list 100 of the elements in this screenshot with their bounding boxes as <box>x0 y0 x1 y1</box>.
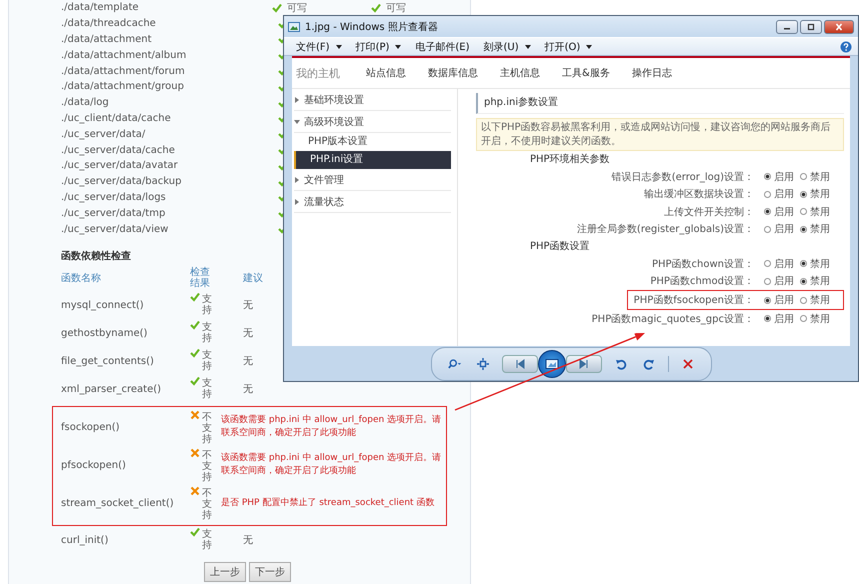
function-name: xml_parser_create() <box>61 384 162 395</box>
radio-option[interactable]: 启用 <box>764 170 794 184</box>
next-icon <box>576 358 590 370</box>
site-brand: 我的主机 <box>296 66 340 80</box>
radio-option[interactable]: 启用 <box>764 222 794 236</box>
radio-option[interactable]: 禁用 <box>800 293 830 307</box>
function-name: pfsockopen() <box>61 460 127 471</box>
check-result: 支持 <box>202 350 212 372</box>
advice-text: 是否 PHP 配置中禁止了 stream_socket_client 函数 <box>220 496 436 510</box>
step-button[interactable]: 下一步 <box>249 562 291 582</box>
notice-banner: 以下PHP函数容易被黑客利用，或造成网站访问慢，建议咨询您的网站服务商后开启，不使用时建议关闭函数。 <box>476 118 844 151</box>
setting-label: PHP函数chown设置： <box>652 258 754 271</box>
rotate-right-icon <box>642 358 656 370</box>
rotate-left-icon <box>614 358 628 370</box>
radio-option[interactable]: 启用 <box>764 187 794 202</box>
check-result: 支持 <box>202 378 212 400</box>
setting-label: PHP函数fsockopen设置： <box>634 294 754 307</box>
directory-path: ./data/attachment/album <box>61 50 188 61</box>
radio-option[interactable]: 启用 <box>764 274 794 288</box>
sidebar-group[interactable]: 流量状态 <box>294 191 451 213</box>
slideshow-icon <box>544 358 558 370</box>
menu-item[interactable]: 文件(F) <box>290 40 348 54</box>
sidebar-group[interactable]: 文件管理 <box>294 169 451 191</box>
advice-text: 无 <box>243 299 253 312</box>
directory-path: ./data/log <box>61 97 110 108</box>
nav-tab[interactable]: 主机信息 <box>500 66 540 80</box>
nav-tab[interactable]: 数据库信息 <box>428 66 478 80</box>
previous-button[interactable] <box>502 354 538 372</box>
maximize-button[interactable] <box>800 20 822 34</box>
radio-option[interactable]: 禁用 <box>800 256 830 271</box>
radio-option[interactable]: 启用 <box>764 204 794 219</box>
column-header: 建议 <box>242 272 264 285</box>
picture-icon <box>288 20 300 32</box>
directory-path: ./data/template <box>61 2 140 14</box>
menu-item[interactable]: 刻录(U) <box>478 40 537 54</box>
nav-tab[interactable]: 站点信息 <box>366 66 406 80</box>
radio-option[interactable]: 启用 <box>764 256 794 271</box>
setting-label: 输出缓冲区数据块设置： <box>644 188 754 202</box>
status-text: 可写 <box>286 2 307 15</box>
directory-path: ./uc_server/data/cache <box>61 144 176 156</box>
advice-text: 无 <box>243 355 253 368</box>
advice-text: 无 <box>243 534 253 548</box>
directory-path: ./data/attachment <box>61 34 153 45</box>
check-result: 不支持 <box>202 412 212 445</box>
setting-label: PHP函数magic_quotes_gpc设置： <box>592 312 754 326</box>
setting-label: 注册全局参数(register_globals)设置： <box>576 222 754 236</box>
nav-tab[interactable]: 操作日志 <box>632 66 672 80</box>
caret-icon <box>294 118 300 124</box>
column-header: 检查结果 <box>190 266 210 289</box>
step-button[interactable]: 上一步 <box>204 562 246 582</box>
advice-text: 该函数需要 php.ini 中 allow_url_fopen 选项开启。请联系空间商，确定开启了此项功能 <box>220 452 442 478</box>
radio-option[interactable]: 禁用 <box>800 204 830 219</box>
help-icon[interactable] <box>840 40 852 52</box>
radio-option[interactable]: 禁用 <box>800 187 830 202</box>
radio-option[interactable]: 启用 <box>764 293 794 307</box>
radio-option[interactable]: 禁用 <box>800 222 830 236</box>
check-result: 支持 <box>202 294 212 316</box>
directory-path: ./uc_server/data/view <box>61 224 170 235</box>
setting-label: 上传文件开关控制： <box>664 206 754 219</box>
delete-icon <box>680 358 694 370</box>
check-result: 不支持 <box>202 450 212 483</box>
radio-option[interactable]: 禁用 <box>800 170 830 184</box>
window-title: 1.jpg - Windows 照片查看器 <box>305 20 439 34</box>
close-button[interactable] <box>824 20 854 34</box>
caret-icon <box>294 96 300 102</box>
radio-option[interactable]: 禁用 <box>800 312 830 326</box>
directory-path: ./uc_server/data/backup <box>61 176 182 188</box>
section-title: PHP函数设置 <box>529 240 591 254</box>
function-name: stream_socket_client() <box>61 498 175 509</box>
function-name: curl_init() <box>61 534 110 546</box>
directory-path: ./uc_server/data/logs <box>61 192 167 203</box>
directory-path: ./data/attachment/group <box>61 81 185 92</box>
maximize-icon <box>806 22 816 30</box>
slideshow-button[interactable] <box>538 350 566 378</box>
nav-tab[interactable]: 工具&服务 <box>562 66 610 80</box>
sidebar-item[interactable]: PHP.ini设置 <box>294 151 451 169</box>
directory-path: ./uc_server/data/tmp <box>61 208 166 219</box>
sidebar-group[interactable]: 基础环境设置 <box>294 89 451 111</box>
radio-option[interactable]: 启用 <box>764 312 794 326</box>
menu-item[interactable]: 打印(P) <box>350 40 408 54</box>
minimize-button[interactable] <box>776 20 798 34</box>
directory-path: ./uc_server/data/avatar <box>61 160 179 172</box>
check-result: 不支持 <box>202 488 212 521</box>
menu-item[interactable]: 电子邮件(E) <box>409 40 476 54</box>
directory-path: ./uc_client/data/cache <box>61 112 172 124</box>
check-result: 支持 <box>202 322 212 344</box>
setting-label: 错误日志参数(error_log)设置： <box>612 170 754 184</box>
check-result: 支持 <box>202 528 212 551</box>
function-name: gethostbyname() <box>61 328 148 339</box>
menu-item[interactable]: 打开(O) <box>538 40 598 54</box>
setting-label: PHP函数chmod设置： <box>650 274 754 288</box>
next-button[interactable] <box>566 354 602 372</box>
sidebar-group[interactable]: 高级环境设置 <box>294 111 451 133</box>
zoom-icon <box>448 358 462 370</box>
section-title: PHP环境相关参数 <box>529 152 611 167</box>
sidebar-item[interactable]: PHP版本设置 <box>294 133 451 151</box>
radio-option[interactable]: 禁用 <box>800 274 830 288</box>
status-text: 可写 <box>386 2 406 15</box>
section-title: 函数依赖性检查 <box>61 250 132 263</box>
function-name: file_get_contents() <box>61 356 155 367</box>
